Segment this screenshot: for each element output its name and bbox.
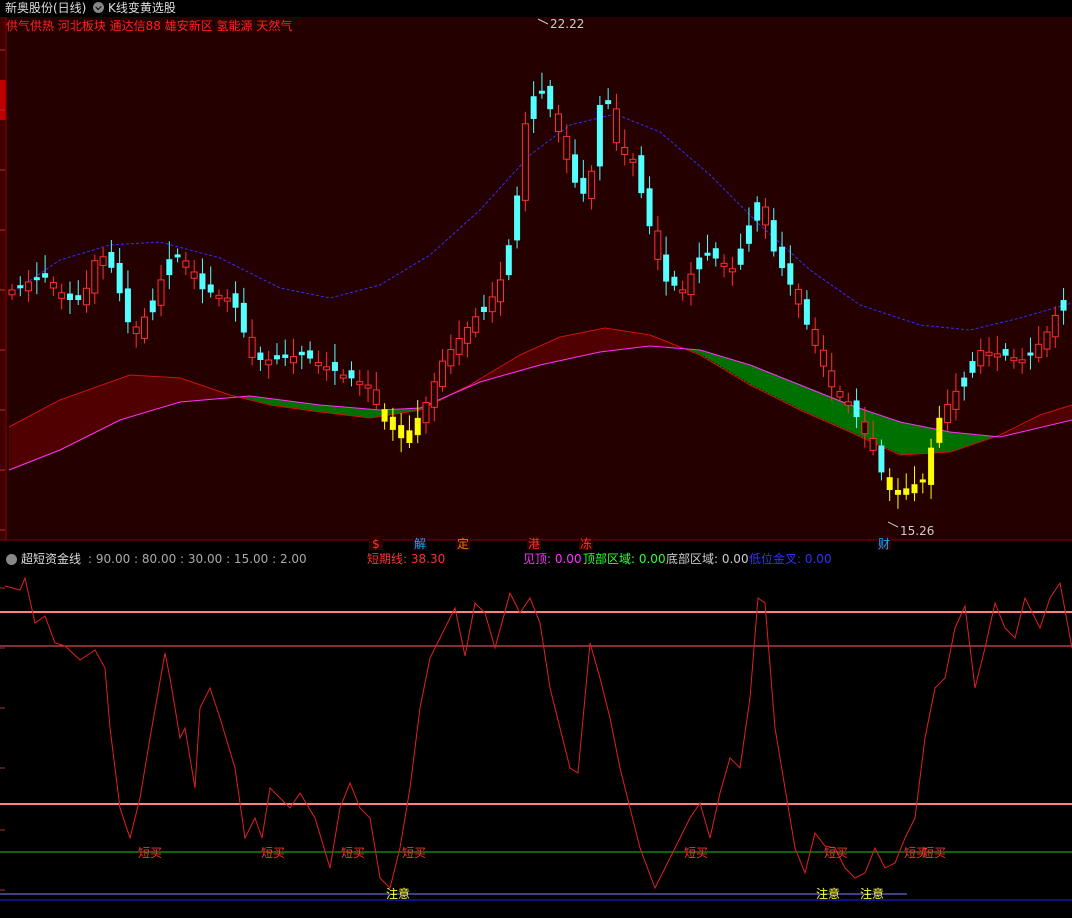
- buy-signal-label: 短买: [138, 846, 162, 860]
- buy-signal-label: 短买: [402, 846, 426, 860]
- candle[interactable]: [521, 111, 529, 212]
- buy-signal-label: 短买: [684, 846, 708, 860]
- caution-signal-label: 注意: [816, 886, 840, 901]
- svg-text:解: 解: [414, 537, 426, 550]
- indicator-name[interactable]: 超短资金线: [21, 550, 81, 568]
- high-price-label: 22.22: [550, 17, 584, 31]
- readout-bottom-zone: 底部区域: 0.00: [666, 552, 749, 566]
- readout-top-zone: 顶部区域: 0.00: [583, 552, 666, 566]
- buy-signal-label: 短买: [341, 846, 365, 860]
- indicator-header: 超短资金线 : 90.00 : 80.00 : 30.00 : 15.00 : …: [0, 550, 1072, 568]
- signal-labels: 短买 短买 短买 短买 短买 短买 短买短买注意 注意 注意: [138, 846, 946, 901]
- svg-text:定: 定: [457, 536, 469, 550]
- concept-tags: 供气供热 河北板块 通达信88 雄安新区 氢能源 天然气: [6, 18, 292, 33]
- buy-signal-label: 短买: [922, 846, 946, 860]
- event-marker[interactable]: 港: [527, 536, 541, 550]
- readout-short-line: 短期线: 38.30: [367, 552, 446, 566]
- svg-text:$: $: [372, 537, 380, 550]
- readout-golden-cross: 低位金叉: 0.00: [749, 552, 832, 566]
- event-marker[interactable]: 财: [877, 536, 891, 550]
- event-marker[interactable]: 解: [413, 536, 427, 550]
- indicator-chart[interactable]: 短买 短买 短买 短买 短买 短买 短买短买注意 注意 注意: [0, 568, 1072, 918]
- buy-signal-label: 短买: [261, 846, 285, 860]
- indicator-menu-icon[interactable]: [6, 554, 17, 565]
- svg-text:冻: 冻: [580, 536, 592, 550]
- candle[interactable]: [505, 239, 512, 281]
- sub-scale-ticks: [0, 587, 5, 891]
- candle[interactable]: [514, 186, 521, 249]
- low-price-label: 15.26: [900, 524, 934, 538]
- buy-signal-label: 短买: [824, 846, 848, 860]
- caution-signal-label: 注意: [386, 886, 410, 901]
- svg-text:港: 港: [528, 537, 540, 550]
- indicator-params: : 90.00 : 80.00 : 30.00 : 15.00 : 2.00: [88, 552, 307, 566]
- event-marker[interactable]: 定: [456, 536, 470, 550]
- short-term-line: [4, 576, 1072, 890]
- main-price-chart[interactable]: 供气供热 河北板块 通达信88 雄安新区 氢能源 天然气 22.22 15.26…: [0, 0, 1072, 550]
- readout-top: 见顶: 0.00: [523, 552, 582, 566]
- event-marker[interactable]: $: [369, 536, 383, 550]
- event-marker[interactable]: 冻: [579, 536, 593, 550]
- svg-text:财: 财: [878, 537, 890, 550]
- scale-marker: [0, 80, 6, 120]
- caution-signal-label: 注意: [860, 886, 884, 901]
